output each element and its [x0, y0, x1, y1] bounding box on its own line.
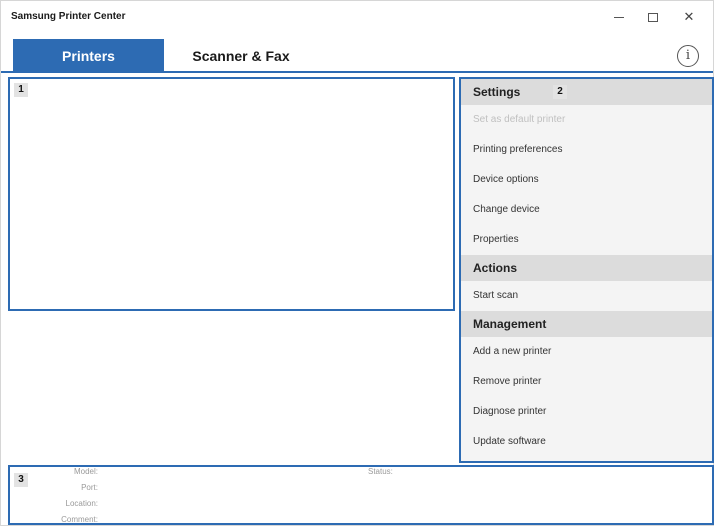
window-title: Samsung Printer Center	[11, 11, 126, 22]
location-label: Location:	[65, 499, 98, 508]
printer-details-panel: 3 Model: Port: Location: Comment: Status…	[8, 465, 714, 525]
tab-printers[interactable]: Printers	[13, 39, 164, 73]
info-icon: i	[685, 48, 691, 63]
panel-number-badge: 2	[553, 85, 567, 99]
sidebar-item-properties[interactable]: Properties	[461, 225, 712, 255]
section-title: Settings	[473, 85, 521, 99]
tab-bar: Printers Scanner & Fax i	[1, 37, 713, 73]
sidebar-item-printing-preferences[interactable]: Printing preferences	[461, 135, 712, 165]
section-header-settings: Settings 2	[461, 79, 712, 105]
sidebar-item-change-device[interactable]: Change device	[461, 195, 712, 225]
status-label: Status:	[368, 467, 393, 476]
maximize-icon	[648, 13, 658, 23]
info-button[interactable]: i	[677, 45, 699, 67]
section-title: Actions	[473, 261, 518, 275]
sidebar-panel: Settings 2 Set as default printer Printi…	[459, 77, 714, 463]
close-button[interactable]: ✕	[675, 7, 703, 27]
sidebar-item-update-software[interactable]: Update software	[461, 427, 712, 457]
section-title: Management	[473, 317, 547, 331]
sidebar-item-set-default-printer[interactable]: Set as default printer	[461, 105, 712, 135]
tab-scanner-fax[interactable]: Scanner & Fax	[171, 39, 311, 73]
app-window: Samsung Printer Center ✕ Printers Scanne…	[0, 0, 714, 526]
section-header-management: Management	[461, 311, 712, 337]
sidebar-item-start-scan[interactable]: Start scan	[461, 281, 712, 311]
panel-number-badge: 1	[14, 83, 28, 97]
sidebar-item-diagnose-printer[interactable]: Diagnose printer	[461, 397, 712, 427]
sidebar-item-add-new-printer[interactable]: Add a new printer	[461, 337, 712, 367]
maximize-button[interactable]	[639, 7, 667, 27]
close-icon: ✕	[683, 9, 695, 24]
section-header-actions: Actions	[461, 255, 712, 281]
printer-list-panel[interactable]: 1	[8, 77, 455, 311]
minimize-icon	[614, 17, 624, 19]
comment-label: Comment:	[61, 515, 98, 524]
sidebar-item-device-options[interactable]: Device options	[461, 165, 712, 195]
model-label: Model:	[73, 467, 98, 476]
minimize-button[interactable]	[605, 7, 633, 27]
port-label: Port:	[81, 483, 98, 492]
sidebar-item-remove-printer[interactable]: Remove printer	[461, 367, 712, 397]
title-bar: Samsung Printer Center ✕	[1, 1, 713, 31]
